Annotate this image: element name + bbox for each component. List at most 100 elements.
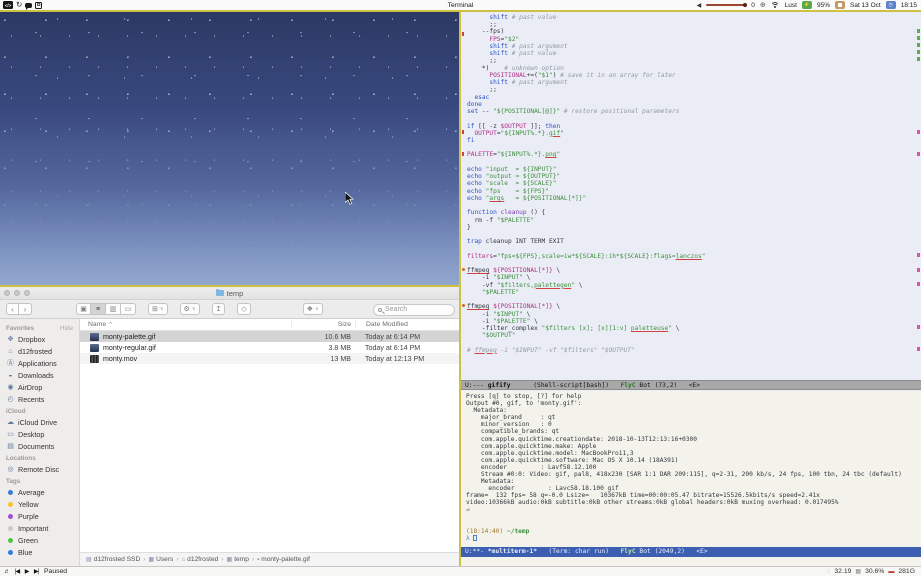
sidebar-hide-button[interactable]: Hide xyxy=(60,325,73,332)
sidebar-item-desktop[interactable]: ▭Desktop xyxy=(0,428,79,440)
folder-icon xyxy=(216,290,224,296)
finder-titlebar[interactable]: temp xyxy=(0,287,459,300)
text-line: λ xyxy=(466,535,919,542)
path-item[interactable]: ▦temp xyxy=(227,556,249,563)
column-view-button[interactable]: ▥ xyxy=(106,303,121,315)
wifi-icon[interactable] xyxy=(771,2,780,8)
sidebar-item-airdrop[interactable]: ◉AirDrop xyxy=(0,381,79,393)
text-line xyxy=(467,231,919,238)
sidebar-item-remote-disc[interactable]: ◎Remote Disc xyxy=(0,463,79,475)
text-line: -i "$PALETTE" \ xyxy=(467,318,919,325)
sidebar-item-dropbox[interactable]: ✥Dropbox xyxy=(0,333,79,345)
gallery-view-button[interactable]: ▭ xyxy=(121,303,136,315)
starfield xyxy=(0,12,459,285)
globe-icon[interactable]: ⊕ xyxy=(760,1,766,9)
tags-button[interactable]: ◇ xyxy=(237,303,250,315)
fringe-mark xyxy=(462,130,464,134)
view-switcher: ▣ ≡ ▥ ▭ xyxy=(76,303,136,315)
search-placeholder: Search xyxy=(385,306,407,313)
path-item[interactable]: ▤d12frosted SSD xyxy=(86,556,140,563)
next-track-button[interactable]: ▶| xyxy=(34,568,39,575)
text-line: "$PALETTE" xyxy=(467,289,919,296)
text-line: esac xyxy=(467,94,919,101)
battery-icon[interactable]: ⚡ xyxy=(802,1,812,9)
home-icon: ⌂ xyxy=(6,348,15,355)
sidebar-item-applications[interactable]: ⒶApplications xyxy=(0,357,79,369)
sidebar-item-average[interactable]: Average xyxy=(0,486,79,498)
play-button[interactable]: ▶ xyxy=(25,568,29,575)
back-button[interactable]: ‹ xyxy=(6,303,19,315)
menu-date[interactable]: Sat 13 Oct xyxy=(850,2,881,9)
folder-icon: ▦ xyxy=(227,556,233,563)
sidebar-item-d12frosted[interactable]: ⌂d12frosted xyxy=(0,345,79,357)
text-line xyxy=(467,246,919,253)
text-line: com.apple.quicktime.make: Apple xyxy=(466,443,919,450)
icon-view-button[interactable]: ▣ xyxy=(76,303,91,315)
path-item[interactable]: ▦Users xyxy=(148,556,173,563)
home-icon: ⌂ xyxy=(182,557,186,563)
drive-icon: ▤ xyxy=(86,556,92,563)
text-line: -i "$INPUT" \ xyxy=(467,311,919,318)
finder-file-list: Name ^ Size Date Modified monty-palette.… xyxy=(80,319,459,552)
text-line: echo "args = ${POSITIONAL[*]}" xyxy=(467,195,919,202)
sidebar-item-blue[interactable]: Blue xyxy=(0,546,79,558)
sidebar-item-important[interactable]: Important xyxy=(0,522,79,534)
file-name: monty.mov xyxy=(103,355,291,363)
text-line: shift # past value xyxy=(467,50,919,57)
text-line: U:--- gifify (Shell-script[bash]) FlyC B… xyxy=(465,381,921,388)
dropbox-toolbar-button[interactable]: ❖∨ xyxy=(303,303,323,315)
file-icon: ▪ xyxy=(257,557,259,563)
volume-slider[interactable] xyxy=(706,4,746,6)
menu-time[interactable]: 18:15 xyxy=(901,2,917,9)
fringe-mark xyxy=(462,32,464,36)
network-name[interactable]: Lust xyxy=(785,2,797,9)
sidebar-item-downloads[interactable]: ◒Downloads xyxy=(0,369,79,381)
sidebar-item-yellow[interactable]: Yellow xyxy=(0,498,79,510)
list-view-button[interactable]: ≡ xyxy=(91,303,106,315)
file-row[interactable]: monty-palette.gif10.6 MBToday at 6:14 PM xyxy=(80,331,459,342)
sidebar-item-documents[interactable]: ▤Documents xyxy=(0,440,79,452)
file-row[interactable]: monty.mov13 MBToday at 12:13 PM xyxy=(80,353,459,364)
text-line: Metadata: xyxy=(466,407,919,414)
file-row[interactable]: monty-regular.gif3.8 MBToday at 6:14 PM xyxy=(80,342,459,353)
code-buffer-gifify[interactable]: shift # past value ;; --fps) FPS="$2" sh… xyxy=(461,12,921,380)
previous-track-button[interactable]: |◀ xyxy=(15,568,20,575)
text-line xyxy=(467,159,919,166)
fringe-mark xyxy=(917,282,920,286)
text-line: echo "scale = ${SCALE}" xyxy=(467,180,919,187)
text-line: video:10366kB audio:0kB subtitle:0kB oth… xyxy=(466,499,919,506)
share-button[interactable]: ↥ xyxy=(212,303,226,315)
sidebar-section-title: Locations xyxy=(0,452,79,463)
column-name[interactable]: Name ^ xyxy=(80,321,291,328)
cpu-load: 32.19 xyxy=(834,568,851,575)
column-date-modified[interactable]: Date Modified xyxy=(355,321,459,328)
sidebar-item-purple[interactable]: Purple xyxy=(0,510,79,522)
forward-button[interactable]: › xyxy=(19,303,32,315)
group-button[interactable]: ⊞∨ xyxy=(148,303,168,315)
fringe-mark xyxy=(917,130,920,134)
path-item[interactable]: ▪monty-palette.gif xyxy=(257,556,310,563)
menu-bar: </> ↻ B Terminal ◀ 0 ⊕ Lust ⚡ 95% Sat 13… xyxy=(0,0,921,10)
action-gear-button[interactable]: ⚙∨ xyxy=(180,303,200,315)
window-border-middle xyxy=(0,285,461,287)
terminal-buffer-multiterm[interactable]: Press [q] to stop, [?] for helpOutput #0… xyxy=(461,391,921,547)
text-line: ffmpeg ${POSITIONAL[*]} \ xyxy=(467,267,919,274)
text-line xyxy=(467,144,919,151)
column-size[interactable]: Size xyxy=(291,321,355,328)
text-line: -vf "$filters,palettegen" \ xyxy=(467,282,919,289)
finder-window-title: temp xyxy=(227,289,244,298)
clock-icon[interactable]: ◷ xyxy=(886,1,896,9)
sidebar-item-green[interactable]: Green xyxy=(0,534,79,546)
path-separator: › xyxy=(252,556,254,563)
search-field[interactable]: Search xyxy=(373,304,455,316)
calendar-icon[interactable] xyxy=(835,1,845,9)
volume-icon[interactable]: ◀ xyxy=(697,2,702,9)
volume-slider-knob[interactable] xyxy=(743,3,747,7)
sidebar-item-icloud-drive[interactable]: ☁iCloud Drive xyxy=(0,416,79,428)
path-item[interactable]: ⌂d12frosted xyxy=(182,556,219,563)
minibuffer[interactable] xyxy=(461,557,921,566)
airdrop-icon: ◉ xyxy=(6,383,15,391)
sidebar-item-recents[interactable]: ◴Recents xyxy=(0,393,79,405)
text-line: OUTPUT="${INPUT%.*}.gif" xyxy=(467,130,919,137)
text-line xyxy=(467,202,919,209)
